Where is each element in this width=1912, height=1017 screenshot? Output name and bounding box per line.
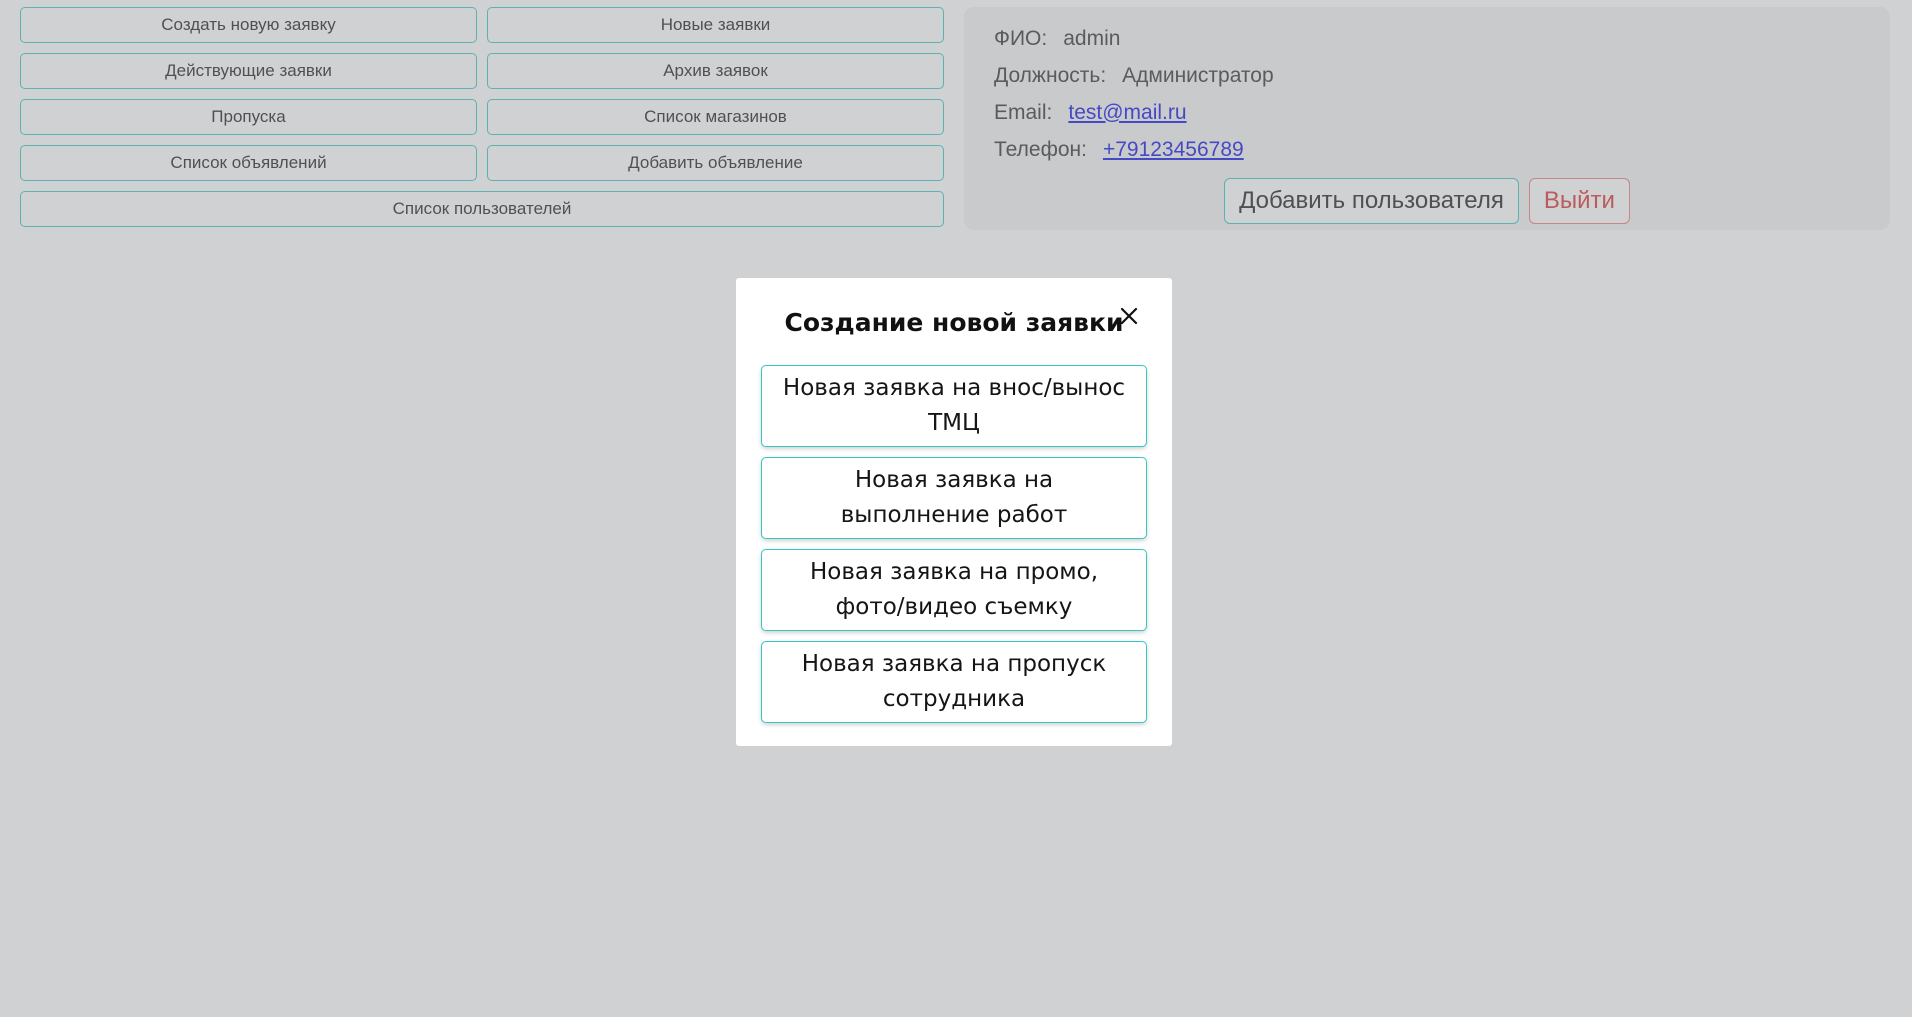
request-type-list: Новая заявка на внос/вынос ТМЦ Новая зая…: [761, 365, 1147, 723]
modal-header: Создание новой заявки: [761, 302, 1147, 342]
request-promo-button[interactable]: Новая заявка на промо, фото/видео съемку: [761, 549, 1147, 631]
request-tmc-button[interactable]: Новая заявка на внос/вынос ТМЦ: [761, 365, 1147, 447]
request-pass-button[interactable]: Новая заявка на пропуск сотрудника: [761, 641, 1147, 723]
create-request-modal: Создание новой заявки Новая заявка на вн…: [736, 278, 1172, 746]
request-works-button[interactable]: Новая заявка на выполнение работ: [761, 457, 1147, 539]
modal-title: Создание новой заявки: [784, 307, 1124, 337]
close-icon[interactable]: [1115, 302, 1143, 330]
